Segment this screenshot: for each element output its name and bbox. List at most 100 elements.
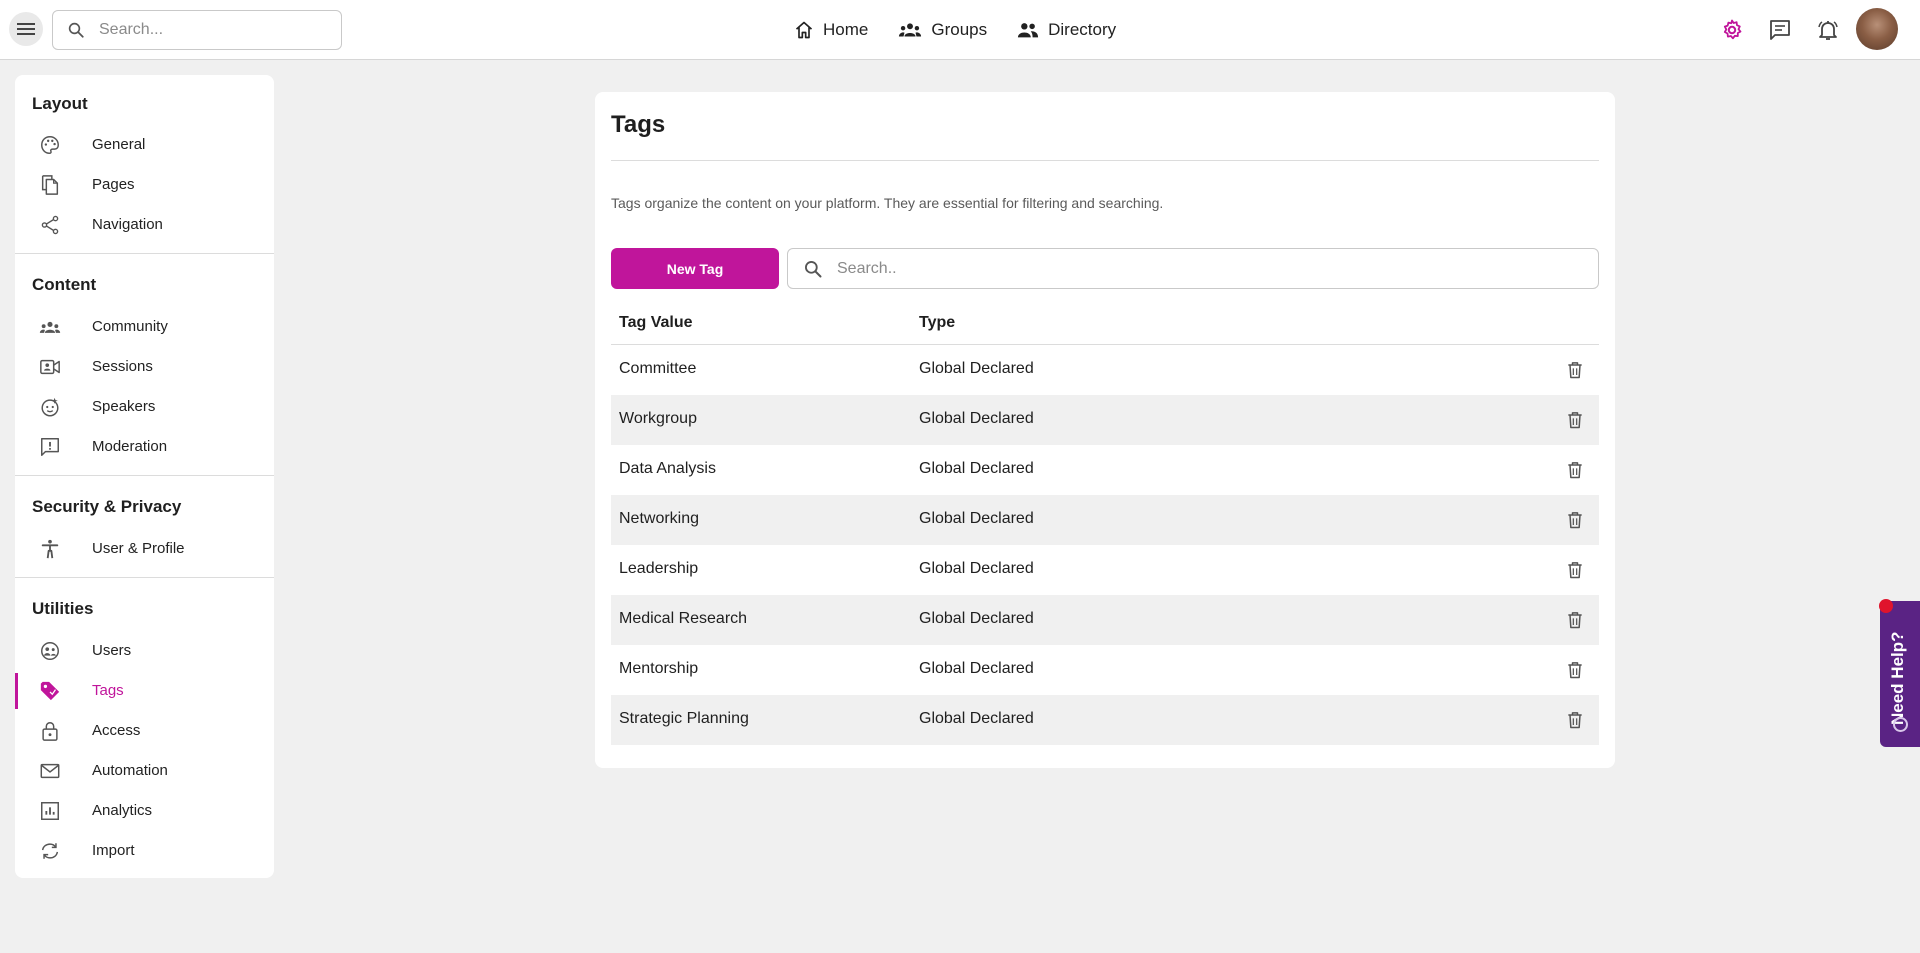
sidebar-item-users[interactable]: Users <box>15 633 274 669</box>
sidebar-item-label: Navigation <box>92 216 163 233</box>
settings-icon[interactable] <box>1720 18 1744 42</box>
tag-type-cell: Global Declared <box>919 510 1034 527</box>
sidebar-item-speakers[interactable]: Speakers <box>15 389 274 425</box>
notification-dot <box>1879 599 1893 613</box>
video-icon <box>40 359 60 375</box>
delete-icon[interactable] <box>1565 560 1585 580</box>
sidebar-item-import[interactable]: Import <box>15 833 274 869</box>
sidebar-item-pages[interactable]: Pages <box>15 167 274 203</box>
table-row: Networking Global Declared <box>611 495 1599 545</box>
sidebar-divider <box>15 577 274 578</box>
sidebar-item-navigation[interactable]: Navigation <box>15 207 274 243</box>
palette-icon <box>41 136 59 154</box>
tag-value-cell: Strategic Planning <box>619 710 749 727</box>
table-row: Strategic Planning Global Declared <box>611 695 1599 745</box>
nav-directory[interactable]: Directory <box>1017 20 1116 40</box>
delete-icon[interactable] <box>1565 360 1585 380</box>
sidebar-item-tags[interactable]: Tags <box>15 673 274 709</box>
tag-type-cell: Global Declared <box>919 560 1034 577</box>
sidebar-item-automation[interactable]: Automation <box>15 753 274 789</box>
tag-value-cell: Medical Research <box>619 610 748 627</box>
sidebar-item-label: User & Profile <box>92 540 185 557</box>
sidebar-item-label: Analytics <box>92 802 153 819</box>
home-icon <box>795 21 813 39</box>
search-icon <box>68 22 84 38</box>
tag-value-cell: Committee <box>619 360 697 377</box>
table-row: Committee Global Declared <box>611 345 1599 395</box>
table-row: Leadership Global Declared <box>611 545 1599 595</box>
delete-icon[interactable] <box>1565 710 1585 730</box>
sidebar-item-analytics[interactable]: Analytics <box>15 793 274 829</box>
tag-type-cell: Global Declared <box>919 460 1034 477</box>
tags-panel: Tags Tags organize the content on your p… <box>595 92 1615 768</box>
pages-icon <box>41 175 59 195</box>
share-icon <box>41 215 59 235</box>
tags-table-body: Committee Global Declared Workgroup Glob… <box>611 345 1599 745</box>
title-divider <box>611 160 1599 161</box>
page-title: Tags <box>611 111 666 138</box>
notifications-icon[interactable] <box>1816 18 1840 42</box>
tag-value-cell: Leadership <box>619 560 699 577</box>
user-avatar[interactable] <box>1856 8 1898 50</box>
accessibility-icon <box>41 539 59 559</box>
tag-type-cell: Global Declared <box>919 610 1034 627</box>
users-icon <box>41 642 59 660</box>
sidebar-divider <box>15 475 274 476</box>
delete-icon[interactable] <box>1565 460 1585 480</box>
sidebar-item-label: Sessions <box>92 358 153 375</box>
sidebar-item-general[interactable]: General <box>15 127 274 163</box>
column-header-type[interactable]: Type <box>919 314 955 332</box>
groups-icon <box>899 23 922 37</box>
delete-icon[interactable] <box>1565 610 1585 630</box>
global-search <box>52 10 342 50</box>
sidebar-item-label: Speakers <box>92 398 156 415</box>
table-row: Medical Research Global Declared <box>611 595 1599 645</box>
section-title-content: Content <box>32 275 97 294</box>
delete-icon[interactable] <box>1565 660 1585 680</box>
tag-search <box>787 248 1599 289</box>
sidebar-item-label: Users <box>92 642 132 659</box>
chat-icon[interactable] <box>1768 18 1792 42</box>
directory-icon <box>1018 23 1039 38</box>
sync-icon <box>41 843 59 859</box>
column-header-tag-value[interactable]: Tag Value <box>619 314 693 332</box>
section-title-layout: Layout <box>32 94 88 113</box>
sidebar-item-label: Import <box>92 842 135 859</box>
lock-icon <box>42 722 58 741</box>
delete-icon[interactable] <box>1565 410 1585 430</box>
community-icon <box>39 321 61 333</box>
sidebar-item-label: General <box>92 136 146 153</box>
delete-icon[interactable] <box>1565 510 1585 530</box>
tag-type-cell: Global Declared <box>919 360 1034 377</box>
tag-type-cell: Global Declared <box>919 410 1034 427</box>
face-icon <box>41 397 59 417</box>
sidebar-item-label: Community <box>92 318 168 335</box>
nav-home[interactable]: Home <box>794 20 868 40</box>
settings-sidebar: Layout General Pages Navigation Content … <box>15 75 274 878</box>
global-search-input[interactable] <box>97 20 341 40</box>
tag-search-input[interactable] <box>835 258 1598 279</box>
nav-directory-label: Directory <box>1048 20 1117 39</box>
new-tag-button[interactable]: New Tag <box>611 248 779 289</box>
sidebar-item-user-profile[interactable]: User & Profile <box>15 531 274 567</box>
sidebar-item-sessions[interactable]: Sessions <box>15 349 274 385</box>
tag-value-cell: Mentorship <box>619 660 699 677</box>
menu-button[interactable] <box>9 12 43 46</box>
sidebar-item-access[interactable]: Access <box>15 713 274 749</box>
section-title-utilities: Utilities <box>32 599 94 618</box>
need-help-widget[interactable]: Need Help? <box>1879 599 1920 747</box>
nav-groups-label: Groups <box>931 20 988 39</box>
sidebar-item-moderation[interactable]: Moderation <box>15 429 274 465</box>
support-icon <box>1893 717 1908 732</box>
sidebar-item-label: Moderation <box>92 438 168 455</box>
hamburger-icon <box>17 23 35 35</box>
table-row: Data Analysis Global Declared <box>611 445 1599 495</box>
sidebar-divider <box>15 253 274 254</box>
page-description: Tags organize the content on your platfo… <box>611 195 1164 211</box>
tag-type-cell: Global Declared <box>919 710 1034 727</box>
nav-groups[interactable]: Groups <box>898 20 987 40</box>
sidebar-item-community[interactable]: Community <box>15 309 274 345</box>
table-header: Tag Value Type <box>611 310 1599 345</box>
sidebar-item-label: Pages <box>92 176 135 193</box>
sidebar-item-label: Automation <box>92 762 168 779</box>
